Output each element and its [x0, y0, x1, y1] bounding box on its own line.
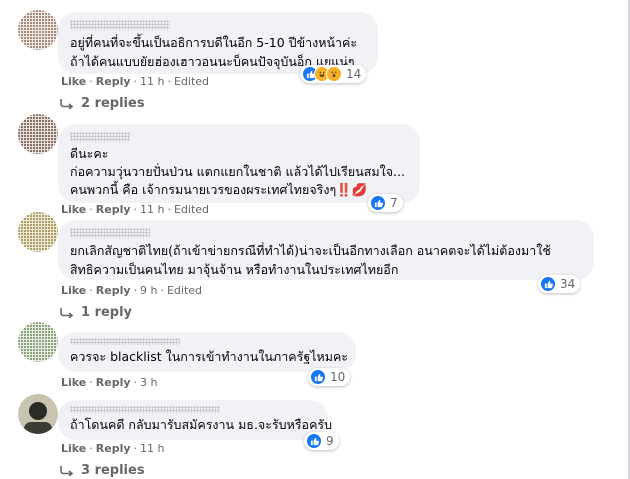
reply-button[interactable]: Reply [96, 284, 131, 297]
like-button[interactable]: Like [61, 442, 86, 455]
reply-arrow-icon [60, 98, 74, 109]
replies-count-label: 2 replies [81, 96, 145, 111]
reply-button[interactable]: Reply [96, 376, 131, 389]
reaction-summary[interactable]: 34 [538, 275, 581, 293]
comment-text-line: ยกเลิกสัญชาติไทย(ถ้าเข้าข่ายกรณีที่ทำได้… [70, 243, 551, 258]
reaction-count: 10 [330, 370, 346, 384]
comment-bubble: ควรจะ blacklist ในการเข้าทำงานในภาครัฐไห… [58, 332, 356, 372]
timestamp[interactable]: 9 h [140, 284, 157, 297]
comment-text-line: ถ้าโดนคดี กลับมารับสมัครงาน มธ.จะรับหรือ… [70, 417, 333, 432]
comment-actions: Like · Reply · 3 h [61, 376, 158, 389]
reply-button[interactable]: Reply [96, 75, 131, 88]
avatar[interactable] [18, 212, 58, 252]
reaction-count: 9 [326, 434, 334, 448]
replies-count-label: 1 reply [81, 305, 133, 320]
view-replies-link[interactable]: 1 reply [60, 305, 132, 320]
comment-bubble: ดีนะคะ ก่อความวุ่นวายปั่นป่วน แตกแยกในชา… [58, 124, 420, 203]
reply-arrow-icon [60, 465, 74, 476]
like-icon [306, 433, 322, 449]
like-icon [370, 195, 386, 211]
like-icon [540, 276, 556, 292]
reaction-summary[interactable]: 10 [308, 368, 351, 386]
like-button[interactable]: Like [61, 284, 86, 297]
comment-actions: Like · Reply · 11 h · Edited [61, 203, 210, 216]
reaction-summary[interactable]: 9 [304, 432, 339, 450]
edited-label[interactable]: Edited [174, 75, 209, 88]
reply-arrow-icon [60, 307, 74, 318]
avatar[interactable] [18, 10, 58, 50]
like-icon [310, 369, 326, 385]
avatar[interactable] [18, 114, 58, 154]
avatar[interactable] [18, 394, 58, 434]
timestamp[interactable]: 11 h [140, 442, 164, 455]
author-name[interactable] [70, 406, 316, 415]
author-name[interactable] [70, 338, 344, 347]
comment-text-line: สิทธิความเป็นคนไทย มาจุ้นจ้าน หรือทำงานใ… [70, 262, 399, 277]
timestamp[interactable]: 11 h [140, 203, 164, 216]
comment-text-line: คนพวกนี้ คือ เจ้ากรมนายเวรของผระเทศไทยจร… [70, 182, 368, 197]
author-name[interactable] [70, 228, 582, 241]
reaction-summary[interactable]: 7 [368, 194, 403, 212]
reaction-count: 14 [346, 67, 362, 81]
reply-button[interactable]: Reply [96, 203, 131, 216]
reaction-summary[interactable]: 14 [300, 65, 367, 83]
avatar[interactable] [18, 322, 58, 362]
timestamp[interactable]: 11 h [140, 75, 164, 88]
like-button[interactable]: Like [61, 376, 86, 389]
comment-text-line: ควรจะ blacklist ในการเข้าทำงานในภาครัฐไห… [70, 349, 349, 364]
comment-actions: Like · Reply · 11 h · Edited [61, 75, 210, 88]
reply-button[interactable]: Reply [96, 442, 131, 455]
like-button[interactable]: Like [61, 75, 86, 88]
edited-label[interactable]: Edited [174, 203, 209, 216]
reaction-count: 34 [560, 277, 576, 291]
timestamp[interactable]: 3 h [140, 376, 157, 389]
comment-actions: Like · Reply · 11 h [61, 442, 165, 455]
edited-label[interactable]: Edited [167, 284, 202, 297]
comment-bubble: ถ้าโดนคดี กลับมารับสมัครงาน มธ.จะรับหรือ… [58, 400, 333, 440]
comment-text-line: ดีนะคะ [70, 146, 109, 161]
replies-count-label: 3 replies [81, 463, 145, 478]
comment-text-line: อยู่ที่คนที่จะขึ้นเป็นอธิการบดีในอีก 5-1… [70, 35, 358, 50]
comment-actions: Like · Reply · 9 h · Edited [61, 284, 203, 297]
comment-bubble: ยกเลิกสัญชาติไทย(ถ้าเข้าข่ายกรณีที่ทำได้… [58, 220, 594, 280]
author-name[interactable] [70, 132, 408, 145]
like-button[interactable]: Like [61, 203, 86, 216]
author-name[interactable] [70, 20, 366, 33]
wow-icon [326, 66, 342, 82]
reaction-count: 7 [390, 196, 398, 210]
view-replies-link[interactable]: 3 replies [60, 463, 145, 478]
comment-text-line: ก่อความวุ่นวายปั่นป่วน แตกแยกในชาติ แล้ว… [70, 164, 405, 179]
view-replies-link[interactable]: 2 replies [60, 96, 145, 111]
